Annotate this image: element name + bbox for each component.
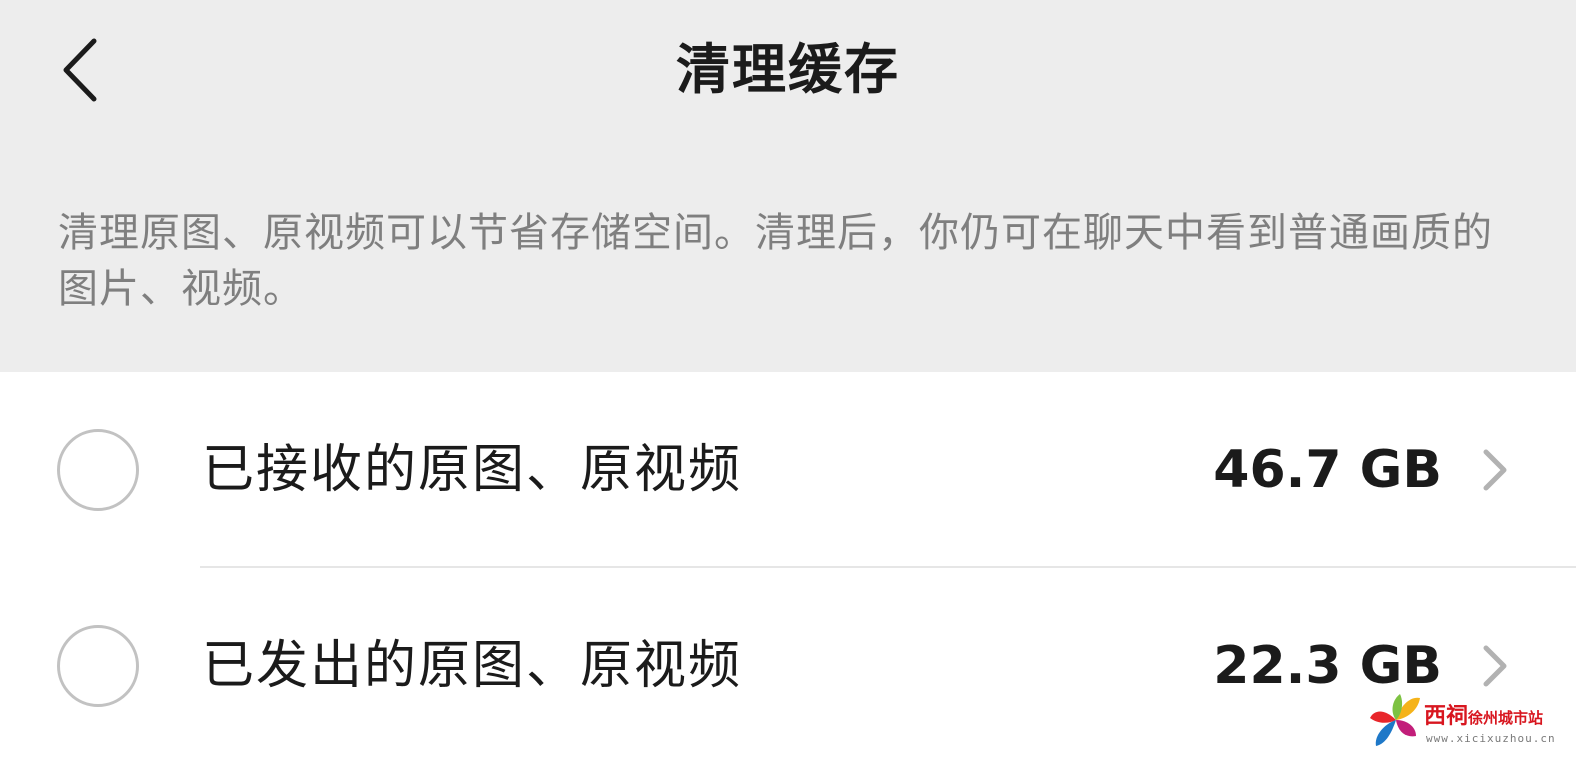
select-received-checkbox[interactable]: [57, 429, 139, 511]
item-size: 22.3 GB: [1213, 636, 1442, 696]
site-watermark: 西祠徐州城市站 www.xicixuzhou.cn: [1366, 690, 1566, 752]
list-item-received-media[interactable]: 已接收的原图、原视频 46.7 GB: [0, 372, 1576, 566]
item-size: 46.7 GB: [1213, 440, 1442, 500]
chevron-right-icon: [1483, 645, 1507, 687]
select-sent-checkbox[interactable]: [57, 625, 139, 707]
navigation-bar: 清理缓存: [0, 0, 1576, 145]
clear-cache-page: 清理缓存 清理原图、原视频可以节省存储空间。清理后，你仍可在聊天中看到普通画质的…: [0, 0, 1576, 759]
item-label: 已接收的原图、原视频: [202, 440, 743, 500]
watermark-brand-sub: 徐州城市站: [1468, 709, 1544, 727]
page-title: 清理缓存: [676, 38, 900, 101]
watermark-brand: 西祠徐州城市站: [1424, 704, 1543, 731]
list-item-sent-media[interactable]: 已发出的原图、原视频 22.3 GB: [0, 568, 1576, 759]
chevron-right-icon: [1483, 449, 1507, 491]
cache-description: 清理原图、原视频可以节省存储空间。清理后，你仍可在聊天中看到普通画质的图片、视频…: [58, 210, 1493, 312]
watermark-brand-main: 西祠: [1424, 704, 1469, 729]
watermark-url: www.xicixuzhou.cn: [1426, 732, 1556, 745]
cache-list: 已接收的原图、原视频 46.7 GB 已发出的原图、原视频 22.3 GB: [0, 372, 1576, 759]
item-label: 已发出的原图、原视频: [202, 636, 743, 696]
pinwheel-logo-icon: [1370, 694, 1420, 746]
